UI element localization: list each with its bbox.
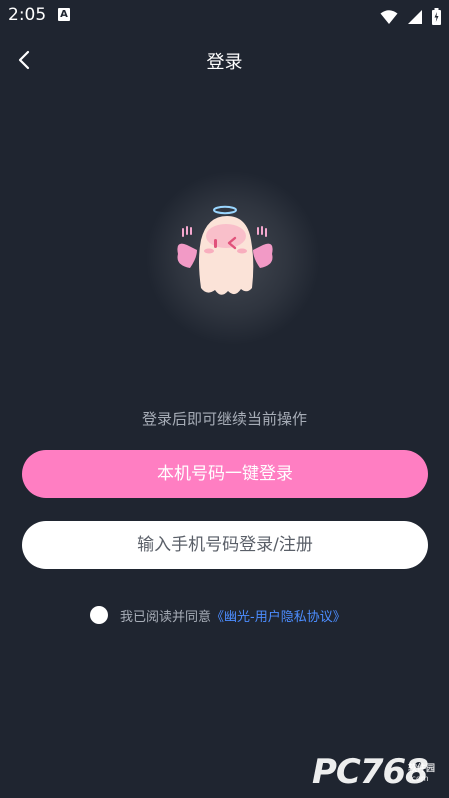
watermark-subtitle: 软件园 [408, 764, 436, 774]
one-click-login-button[interactable]: 本机号码一键登录 [22, 450, 428, 498]
privacy-policy-link[interactable]: 《幽光-用户隐私协议》 [211, 606, 346, 625]
notification-app-icon: A [58, 8, 70, 21]
status-bar: 2:05 A [0, 0, 449, 32]
wifi-icon [380, 9, 398, 24]
login-hint-text: 登录后即可继续当前操作 [141, 410, 307, 428]
ghost-angel-mascot [177, 205, 273, 295]
battery-icon [432, 8, 441, 25]
status-time: 2:05 [8, 5, 47, 25]
watermark-domain: .com [409, 774, 429, 783]
agree-prefix-text: 我已阅读并同意 [120, 609, 212, 625]
phone-login-button[interactable]: 输入手机号码登录/注册 [22, 521, 428, 569]
page-title: 登录 [206, 52, 243, 73]
privacy-agreement: 我已阅读并同意 《幽光-用户隐私协议》 [90, 603, 346, 627]
site-watermark: PC768 软件园 .com [312, 752, 442, 792]
agree-checkbox[interactable] [90, 606, 108, 624]
nav-bar: 登录 [0, 42, 449, 78]
cellular-signal-icon [407, 9, 422, 24]
status-icons [376, 6, 441, 25]
mascot-illustration [145, 170, 321, 346]
